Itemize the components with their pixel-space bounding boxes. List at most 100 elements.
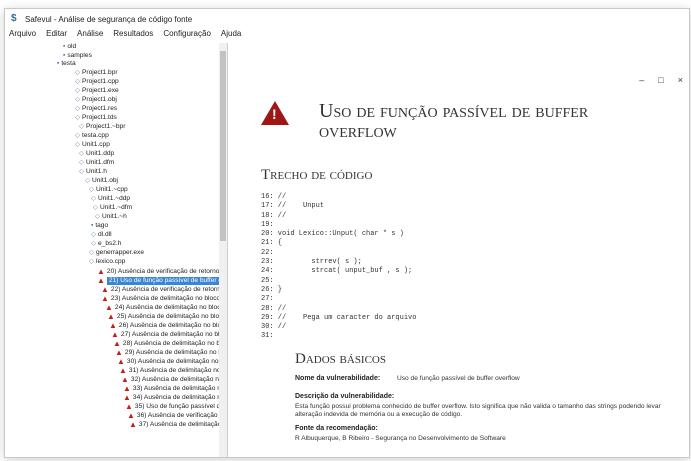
tree-item[interactable]: ▪ testa [57, 60, 76, 68]
folder-icon: ▪ [91, 222, 94, 229]
source-label: Fonte da recomendação: [295, 425, 378, 432]
tree-item[interactable]: ◇ Project1.cpp [75, 78, 119, 86]
tree-item-warning[interactable]: ▲35) Uso de função passível de buffer ov… [125, 403, 227, 411]
tree-item-label: 29) Ausência de delimitação no bloco de … [124, 349, 227, 356]
warning-icon: ▲ [117, 357, 125, 366]
tree-item-label: 33) Ausência de delimitação no bloco de … [132, 385, 227, 392]
tree-item[interactable]: ◇ Project1.bpr [75, 69, 118, 77]
tree-item[interactable]: ◇ dl.dll [91, 231, 112, 239]
tree-item-label: Project1.cpp [82, 78, 119, 85]
tree-item[interactable]: ◇ Unit1.~ddp [91, 195, 130, 203]
tree-item-label: Project1.bpr [82, 69, 118, 76]
warning-icon: ▲ [113, 339, 121, 348]
tree-item[interactable]: ◇ testa.cpp [75, 132, 109, 140]
tree-item[interactable]: ▪ samples [63, 52, 92, 60]
tree-item[interactable]: ◇ Unit1.ddp [79, 150, 114, 158]
warning-icon: ▲ [101, 285, 109, 294]
tree-item-label: 27) Ausência de delimitação no bloco de … [120, 331, 227, 338]
tree-item[interactable]: ◇ Unit1.~cpp [89, 186, 128, 194]
file-icon: ◇ [91, 195, 96, 202]
description-label: Descrição da vulnerabilidade: [295, 393, 395, 400]
tree-item[interactable]: ◇ Unit1.cpp [75, 141, 110, 149]
tree-item-label: Project1.res [82, 105, 118, 112]
description-value: Esta função possui problema conhecido de… [295, 403, 661, 418]
tree-item-warning[interactable]: ▲37) Ausência de delimitação no bloco de… [129, 420, 227, 429]
file-icon: ◇ [79, 168, 84, 175]
tree-item-label: samples [67, 52, 92, 59]
tree-item[interactable]: ◇ Project1.~bpr [79, 123, 125, 131]
tree-item-label: testa.cpp [82, 132, 109, 139]
tree-item-label: 26) Ausência de delimitação no bloco de … [118, 322, 227, 329]
warning-icon: ▲ [121, 375, 129, 384]
tree-item[interactable]: ◇ Unit1.obj [85, 177, 118, 185]
file-icon: ◇ [75, 78, 80, 85]
file-icon: ◇ [89, 258, 94, 265]
menu-analise[interactable]: Análise [77, 29, 103, 43]
tree-scrollbar-thumb[interactable] [220, 51, 226, 241]
file-tree[interactable]: ▪ old ▪ samples ▪ testa ◇ Project1.bpr ◇ Project1… [5, 43, 228, 457]
tree-item[interactable]: ◇ lexico.cpp [89, 258, 125, 266]
tree-item-warning[interactable]: ▲31) Ausência de delimitação no bloco de… [119, 367, 227, 375]
tree-item-label: 30) Ausência de delimitação no bloco de … [126, 358, 227, 365]
tree-item-warning[interactable]: ▲28) Ausência de delimitação no bloco de… [113, 339, 227, 348]
file-icon: ◇ [75, 105, 80, 112]
tree-item[interactable]: ◇ Project1.res [75, 105, 117, 113]
tree-item-label: old [67, 43, 77, 50]
tree-item-label: generrapper.exe [96, 249, 145, 256]
tree-item-label: Project1.tds [82, 114, 117, 121]
warning-icon: ▲ [97, 276, 105, 285]
tree-scrollbar[interactable] [219, 43, 227, 457]
tree-item-label: Unit1.~h [102, 213, 127, 220]
tree-item-warning[interactable]: ▲33) Ausência de delimitação no bloco de… [123, 384, 227, 393]
tree-item[interactable]: ◇ e_bs2.h [91, 240, 121, 248]
tree-item-warning[interactable]: ▲24) Ausência de delimitação no bloco de… [105, 304, 227, 312]
tree-item-warning[interactable]: ▲32) Ausência de delimitação no bloco de… [121, 375, 227, 384]
warning-icon: ▲ [97, 267, 105, 276]
tree-item[interactable]: ◇ Unit1.dfm [79, 159, 114, 167]
tree-item[interactable]: ◇ Project1.obj [75, 96, 117, 104]
tree-item-warning[interactable]: ▲36) Ausência de verificação de retorno … [127, 412, 227, 420]
menu-editar[interactable]: Editar [46, 29, 67, 43]
file-icon: ◇ [91, 231, 96, 238]
warning-icon: ▲ [123, 384, 131, 393]
tree-item[interactable]: ◇ Project1.tds [75, 114, 117, 122]
app-logo-icon: $ [11, 13, 17, 24]
tree-item-warning[interactable]: ▲ 22) Ausência de verificação de retorno … [101, 285, 227, 294]
tree-item-label: 28) Ausência de delimitação no bloco de … [122, 340, 227, 347]
tree-item[interactable]: ◇ generrapper.exe [89, 249, 144, 257]
menu-resultados[interactable]: Resultados [113, 29, 153, 43]
tree-item-warning[interactable]: ▲25) Ausência de delimitação no bloco de… [107, 313, 227, 321]
tree-item[interactable]: ◇ Unit1.~dfm [93, 204, 132, 212]
tree-item-label: Project1.obj [82, 96, 117, 103]
tree-item[interactable]: ▪ old [63, 43, 76, 51]
tree-item-label: Unit1.~ddp [98, 195, 131, 202]
tree-item-label: 23) Ausência de delimitação no bloco de … [110, 295, 227, 302]
tree-item-label: Unit1.h [86, 168, 107, 175]
menu-configuracao[interactable]: Configuração [163, 29, 211, 43]
menu-arquivo[interactable]: Arquivo [9, 29, 36, 43]
file-icon: ◇ [91, 240, 96, 247]
tree-item-warning[interactable]: ▲34) Ausência de delimitação no bloco de… [123, 394, 227, 402]
tree-item[interactable]: ◇ Unit1.h [79, 168, 107, 176]
tree-item[interactable]: ◇ Unit1.~h [95, 213, 127, 221]
tree-item[interactable]: ◇ Project1.exe [75, 87, 119, 95]
tree-item-warning[interactable]: ▲29) Ausência de delimitação no bloco de… [115, 349, 227, 357]
source-value: R Albuquerque, B Ribeiro - Segurança no … [295, 435, 506, 442]
tree-item[interactable]: ▪ tago [91, 222, 108, 230]
menu-ajuda[interactable]: Ajuda [221, 29, 241, 43]
tree-item-warning[interactable]: ▲21) Uso de função passível de buffer ov… [97, 276, 227, 285]
tree-item-label: 34) Ausência de delimitação no bloco de … [132, 394, 227, 401]
tree-item-label: e_bs2.h [98, 240, 122, 247]
tree-item-label: Unit1.ddp [86, 150, 115, 157]
tree-item-warning[interactable]: ▲26) Ausência de delimitação no bloco de… [109, 322, 227, 330]
tree-item-warning[interactable]: ▲23) Ausência de delimitação no bloco de… [101, 295, 227, 303]
tree-item-warning[interactable]: ▲27) Ausência de delimitação no bloco de… [111, 331, 227, 339]
tree-item-label: Unit1.~dfm [100, 204, 133, 211]
tree-item-label: Unit1.cpp [82, 141, 110, 148]
tree-item-label: 25) Ausência de delimitação no bloco de … [116, 313, 227, 320]
name-label: Nome da vulnerabilidade: [295, 375, 381, 382]
warning-icon: ▲ [129, 420, 137, 429]
tree-item-warning[interactable]: ▲ 20) Ausência de verificação de retorno … [97, 267, 227, 276]
tree-item-label: 22) Ausência de verificação de retorno d… [110, 286, 227, 293]
tree-item-warning[interactable]: ▲30) Ausência de delimitação no bloco de… [117, 357, 227, 366]
